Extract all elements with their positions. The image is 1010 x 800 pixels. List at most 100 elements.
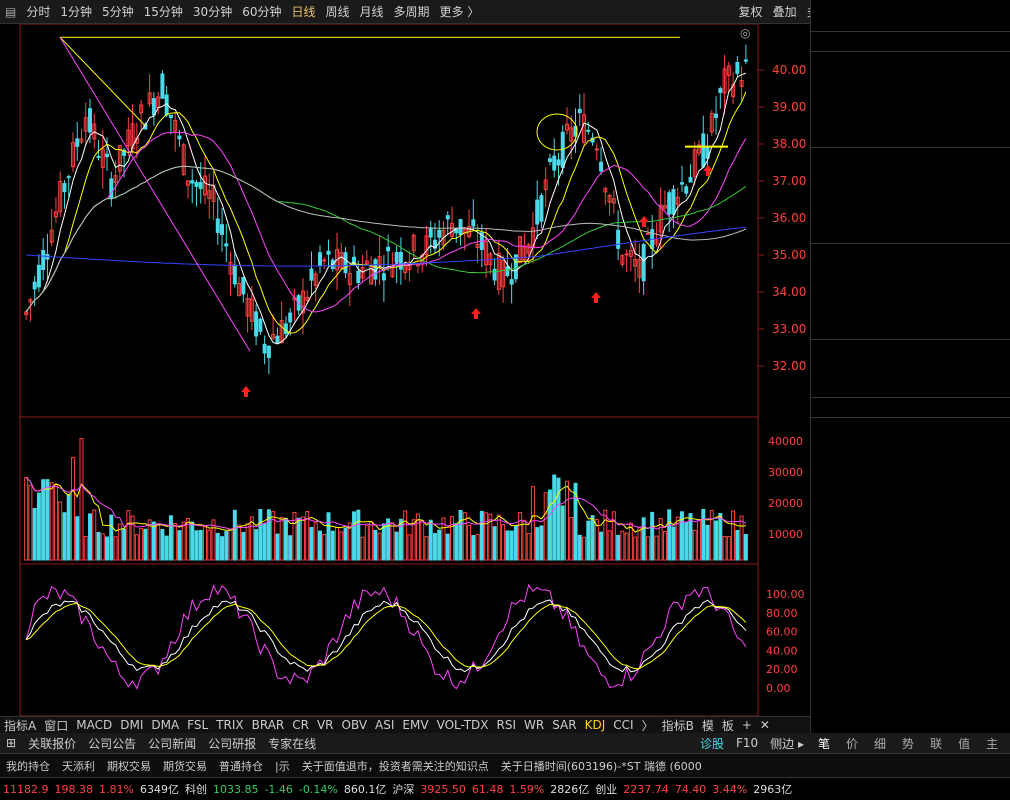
candle-body [88, 108, 93, 133]
volume-bar [88, 513, 93, 561]
taskbar-item[interactable]: 期货交易 [157, 758, 213, 774]
period-tab[interactable]: 15分钟 [139, 3, 188, 20]
period-tab[interactable]: 周线 [321, 3, 355, 20]
chart-settings-icon[interactable]: ◎ [740, 26, 750, 40]
indicator-tab[interactable]: KDJ [581, 718, 610, 732]
indicator-tab[interactable]: CR [288, 718, 313, 732]
period-tab[interactable]: 更多 〉 [435, 3, 485, 20]
detail-tab[interactable]: 联 [922, 735, 950, 752]
taskbar-item[interactable]: 天添利 [56, 758, 101, 774]
quote-panel [810, 0, 1010, 753]
indicator-tab[interactable]: MACD [72, 718, 116, 732]
indicator-tab[interactable]: FSL [183, 718, 212, 732]
period-tab[interactable]: 分时 [21, 3, 55, 20]
indicator-tab[interactable]: RSI [493, 718, 521, 732]
taskbar-item[interactable]: 期权交易 [101, 758, 157, 774]
volume-bar [590, 515, 595, 561]
indicator-tab[interactable]: + [738, 718, 756, 732]
orderbook-row[interactable] [811, 186, 1010, 205]
volume-bar [701, 508, 706, 561]
candle-body [594, 148, 599, 151]
indicator-tab[interactable]: CCI [609, 718, 637, 732]
period-tab[interactable]: 30分钟 [188, 3, 237, 20]
orderbook-row[interactable] [811, 52, 1010, 71]
taskbar-item[interactable]: 关于日播时间(603196)-*ST 瑞德 (6000 [495, 758, 708, 774]
orderbook-row[interactable] [811, 205, 1010, 224]
candle-body [386, 246, 391, 252]
taskbar-item[interactable]: 关于面值退市，投资者需关注的知识点 [296, 758, 495, 774]
menu-right-item[interactable]: F10 [730, 736, 764, 750]
volume-bar [556, 477, 561, 561]
period-tab[interactable]: 月线 [355, 3, 389, 20]
indicator-tab[interactable]: 板 [718, 717, 738, 733]
candle-body [66, 176, 71, 179]
taskbar-item[interactable]: 我的持仓 [0, 758, 56, 774]
candle-body [356, 270, 361, 284]
indicator-tab[interactable]: 模 [698, 717, 718, 733]
indicator-tab[interactable]: TRIX [212, 718, 247, 732]
detail-tab[interactable]: 主 [978, 735, 1006, 752]
volume-bar [326, 512, 331, 561]
indicator-tab[interactable]: EMV [398, 718, 432, 732]
info-menu-item[interactable]: 公司新闻 [142, 735, 202, 752]
indicator-tab[interactable]: 〉 [638, 717, 658, 733]
volume-bar [105, 536, 110, 561]
candle-body [509, 279, 514, 285]
kdj-tick-label: 80.00 [766, 607, 798, 620]
vol-tick-label: 20000 [768, 497, 803, 510]
indicator-tab[interactable]: SAR [548, 718, 580, 732]
orderbook-row[interactable] [811, 90, 1010, 109]
volume-bar [164, 535, 169, 561]
period-tab[interactable]: 多周期 [389, 3, 435, 20]
volume-bar [616, 534, 621, 561]
indicator-tab[interactable]: DMI [116, 718, 147, 732]
orderbook-row[interactable] [811, 109, 1010, 128]
candle-body [36, 264, 41, 288]
orderbook-row[interactable] [811, 128, 1010, 147]
indicator-tab[interactable]: 指标B [658, 717, 698, 733]
detail-tab[interactable]: 笔 [810, 735, 838, 752]
candle-body [177, 135, 182, 140]
ticker-value: 1.81% [99, 782, 134, 796]
toolbar-button[interactable]: 复权 [734, 3, 768, 20]
period-tab[interactable]: 60分钟 [237, 3, 286, 20]
indicator-tab[interactable]: DMA [147, 718, 183, 732]
ticker-value: 创业 [595, 783, 618, 796]
info-menu-item[interactable]: 关联报价 [22, 735, 82, 752]
indicator-tab[interactable]: 指标A [0, 717, 40, 733]
volume-bar [454, 523, 459, 561]
period-tab[interactable]: 日线 [286, 3, 320, 20]
indicator-tab[interactable]: WR [520, 718, 548, 732]
collapse-icon[interactable]: ⊞ [0, 736, 22, 750]
orderbook-row[interactable] [811, 224, 1010, 243]
period-tab[interactable]: 1分钟 [55, 3, 97, 20]
indicator-tab[interactable]: ✕ [756, 718, 774, 732]
period-tab[interactable]: 5分钟 [97, 3, 139, 20]
indicator-tab[interactable]: ASI [371, 718, 398, 732]
indicator-tab[interactable]: 窗口 [40, 717, 72, 733]
menu-right-item[interactable]: 诊股 [694, 735, 730, 752]
detail-tab[interactable]: 势 [894, 735, 922, 752]
info-menu-item[interactable]: 专家在线 [262, 735, 322, 752]
info-menu-item[interactable]: 公司公告 [82, 735, 142, 752]
toolbar-button[interactable]: 叠加 [768, 3, 802, 20]
orderbook-row[interactable] [811, 148, 1010, 167]
taskbar-item[interactable]: 普通持仓 [213, 758, 269, 774]
taskbar-item[interactable]: |示 [269, 758, 296, 774]
ticker-value: 2237.74 [623, 782, 669, 796]
indicator-tab[interactable]: VR [313, 718, 338, 732]
orderbook-row[interactable] [811, 71, 1010, 90]
indicator-tab[interactable]: OBV [338, 718, 372, 732]
indicator-tab[interactable]: BRAR [248, 718, 289, 732]
menu-right-item[interactable]: 侧边 ▸ [764, 735, 810, 752]
volume-bar [539, 525, 544, 561]
detail-tab[interactable]: 值 [950, 735, 978, 752]
info-menu-item[interactable]: 公司研报 [202, 735, 262, 752]
orderbook-row[interactable] [811, 167, 1010, 186]
indicator-tab[interactable]: VOL-TDX [433, 718, 493, 732]
volume-bar [343, 527, 348, 561]
detail-tab[interactable]: 细 [866, 735, 894, 752]
chart-area[interactable]: 40.00 39.00 38.00 37.00 36.00 35.00 34.00 33.00… [0, 24, 810, 716]
detail-tab[interactable]: 价 [838, 735, 866, 752]
menu-icon[interactable]: ▤ [0, 5, 21, 19]
